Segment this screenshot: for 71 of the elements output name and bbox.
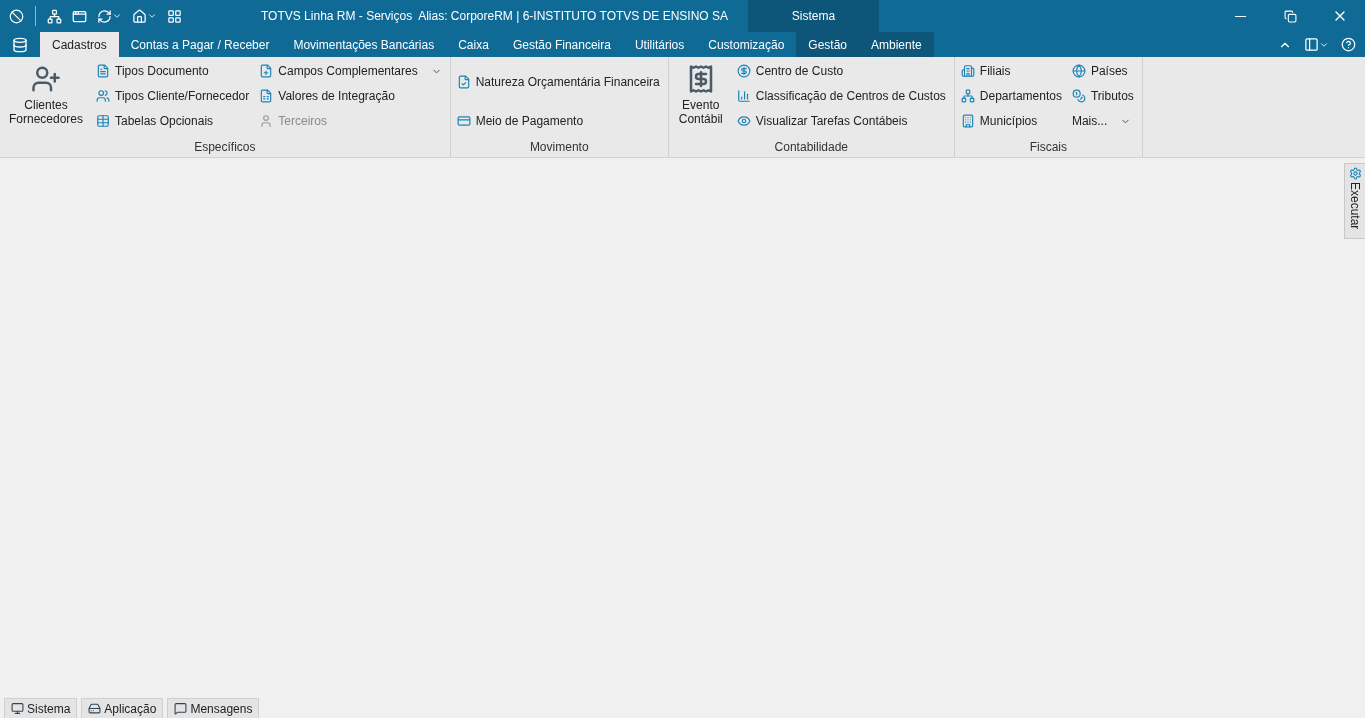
- group-title: Específicos: [193, 140, 257, 156]
- drive-icon: [88, 702, 102, 715]
- ribbon-tab[interactable]: Gestão: [796, 32, 859, 57]
- ribbon-item[interactable]: Tabelas Opcionais: [94, 112, 252, 130]
- ribbon-tab[interactable]: Contas a Pagar / Receber: [118, 32, 282, 57]
- ribbon-tab[interactable]: Customização: [696, 32, 797, 57]
- large-ribbon-button[interactable]: Clientes Fornecedores: [4, 62, 88, 128]
- group-title: Fiscais: [1028, 140, 1068, 156]
- chevron-down-icon: [147, 11, 157, 21]
- coins-icon: [1071, 89, 1086, 103]
- grid-icon: [167, 8, 182, 24]
- card-icon: [456, 113, 471, 128]
- context-tab-header: Sistema: [748, 0, 879, 32]
- ribbon-item[interactable]: Mais...: [1069, 112, 1136, 130]
- ribbon-item[interactable]: Tipos Documento: [94, 62, 252, 80]
- window-icon: [72, 8, 87, 24]
- network-icon: [960, 89, 975, 103]
- ribbon-tab[interactable]: Utilitários: [622, 32, 697, 57]
- monitor-icon: [11, 702, 24, 715]
- minimize-icon: [1234, 15, 1246, 17]
- globe-icon: [1071, 64, 1086, 78]
- ribbon-tab[interactable]: Gestão Financeira: [500, 32, 623, 57]
- ribbon-tab[interactable]: Cadastros: [40, 32, 119, 57]
- message-icon: [174, 702, 188, 715]
- ribbon-tab[interactable]: Caixa: [446, 32, 501, 57]
- ribbon-item[interactable]: Campos Complementares: [257, 62, 444, 80]
- document-icon: [96, 64, 110, 78]
- group-title: Movimento: [528, 140, 590, 156]
- building-icon: [960, 114, 975, 128]
- ribbon-item[interactable]: Departamentos: [958, 87, 1064, 105]
- ribbon-item[interactable]: Tributos: [1069, 87, 1136, 105]
- ribbon-item[interactable]: Natureza Orçamentária Financeira: [454, 72, 662, 91]
- ribbon-item[interactable]: Filiais: [958, 62, 1064, 80]
- bottom-tab[interactable]: Aplicação: [81, 698, 164, 718]
- gear-icon: [1348, 167, 1362, 180]
- bottom-tab[interactable]: Mensagens: [167, 698, 260, 718]
- file-plus-icon: [259, 64, 274, 78]
- refresh-icon: [97, 8, 112, 24]
- panel-icon: [1304, 37, 1319, 52]
- ribbon-item[interactable]: Classificação de Centros de Custos: [734, 87, 948, 105]
- side-panel-tab[interactable]: Executar: [1344, 163, 1365, 239]
- ribbon-item[interactable]: Municípios: [958, 112, 1064, 130]
- ribbon-item[interactable]: Centro de Custo: [734, 62, 948, 80]
- bar-chart-icon: [736, 89, 751, 103]
- eye-icon: [736, 114, 751, 128]
- network-icon: [47, 8, 62, 24]
- group-title: Contabilidade: [773, 140, 849, 156]
- coin-icon: [736, 64, 751, 78]
- file-check-icon: [456, 74, 471, 89]
- ribbon-item[interactable]: Meio de Pagamento: [454, 111, 662, 130]
- people-icon: [96, 89, 110, 103]
- ribbon-item[interactable]: Valores de Integração: [257, 87, 444, 105]
- user-add-icon: [31, 64, 61, 94]
- home-icon: [132, 8, 147, 24]
- spreadsheet-icon: [259, 89, 274, 103]
- ribbon-item[interactable]: Países: [1069, 62, 1136, 80]
- person-icon: [259, 114, 274, 128]
- menu-icon: [12, 36, 28, 53]
- chevron-down-icon: [112, 11, 122, 21]
- ribbon-item[interactable]: Tipos Cliente/Fornecedor: [94, 87, 252, 105]
- table-icon: [96, 114, 110, 128]
- large-ribbon-button[interactable]: Evento Contábil: [672, 62, 729, 128]
- ribbon-item[interactable]: Visualizar Tarefas Contábeis: [734, 112, 948, 130]
- ribbon-tab[interactable]: Movimentações Bancárias: [281, 32, 447, 57]
- ribbon-tab[interactable]: Ambiente: [859, 32, 934, 57]
- restore-icon: [1283, 9, 1297, 23]
- building-icon: [960, 64, 975, 78]
- window-title: TOTVS Linha RM - Serviços Alias: CorporeRM | 6-INSTITUTO TOTVS DE ENSINO SA: [261, 9, 729, 23]
- ban-icon: [9, 8, 24, 24]
- help-icon: [1341, 37, 1356, 52]
- bottom-tab[interactable]: Sistema: [4, 698, 78, 718]
